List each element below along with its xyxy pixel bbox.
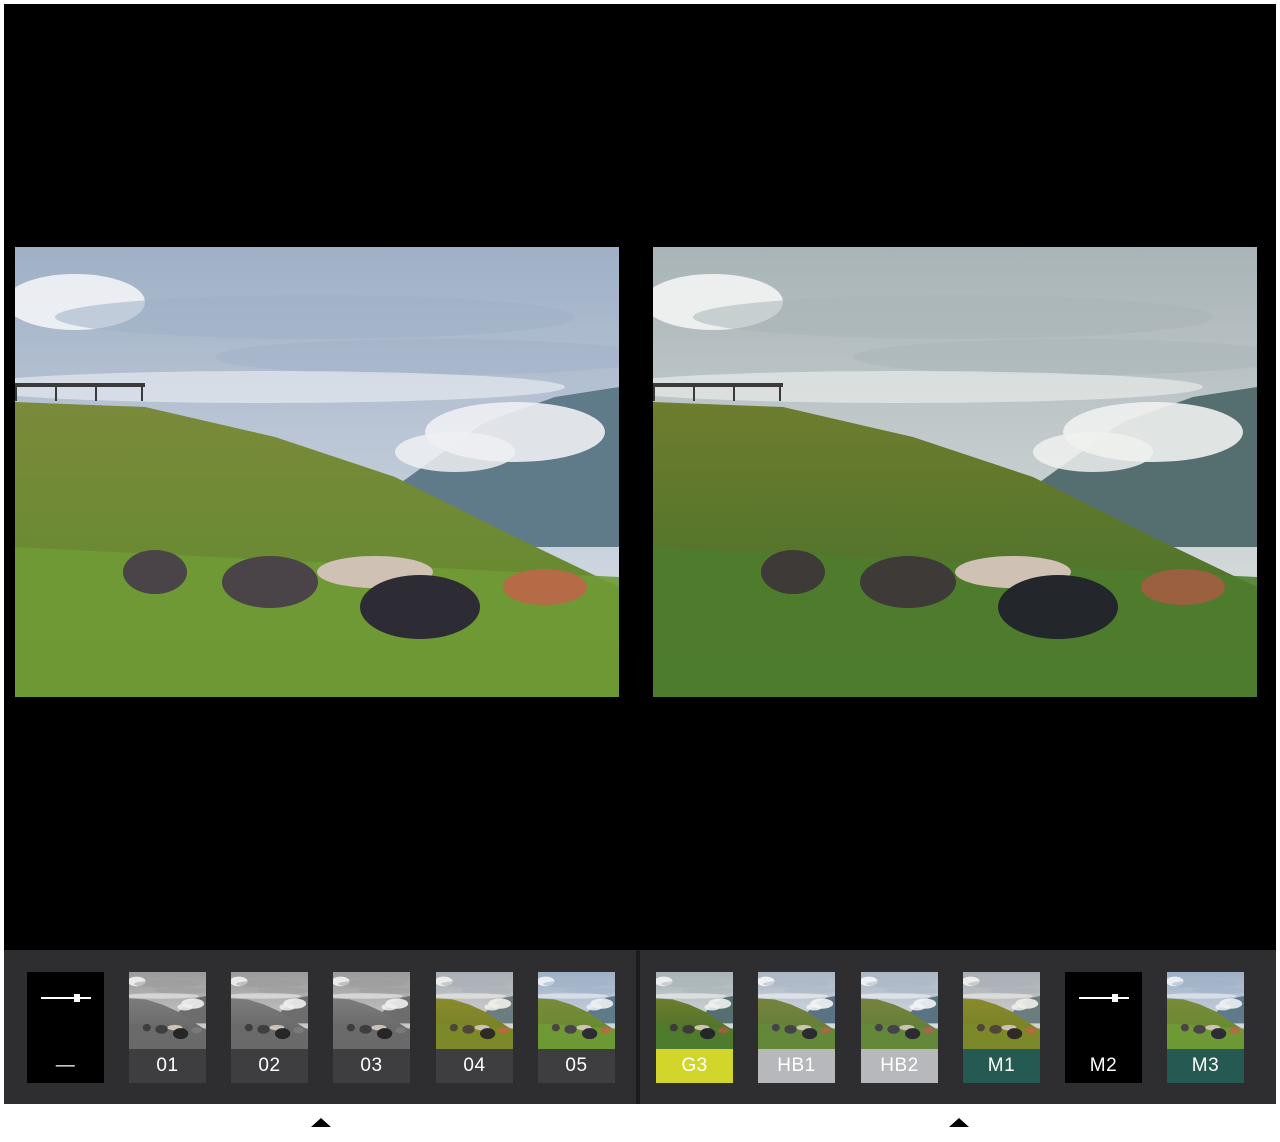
filter-thumb-label: M1: [963, 1049, 1040, 1083]
filter-strip: — 01 02 03 04 05 G3 HB1 HB2 M1 M2 M3: [4, 950, 1276, 1104]
photo-preview-original[interactable]: [15, 247, 619, 697]
filter-thumb-preview: [231, 972, 308, 1049]
filter-thumb-label: HB2: [861, 1049, 938, 1083]
filter-thumb-hb1[interactable]: HB1: [758, 972, 835, 1083]
filter-thumb-04[interactable]: 04: [436, 972, 513, 1083]
bottom-bar: [0, 1104, 1280, 1142]
filter-thumb-05[interactable]: 05: [538, 972, 615, 1083]
filter-thumb-label: G3: [656, 1049, 733, 1083]
caret-up-icon: [949, 1118, 969, 1127]
filter-thumb-m2[interactable]: M2: [1065, 972, 1142, 1083]
slider-icon: [41, 994, 91, 1002]
filter-thumb-label: 03: [333, 1049, 410, 1083]
filter-thumb-m1[interactable]: M1: [963, 972, 1040, 1083]
filter-thumb-preview: [538, 972, 615, 1049]
filter-thumb-label: M3: [1167, 1049, 1244, 1083]
filter-thumb-label: 04: [436, 1049, 513, 1083]
filter-thumb-g3[interactable]: G3: [656, 972, 733, 1083]
filter-strip-items: — 01 02 03 04 05 G3 HB1 HB2 M1 M2 M3: [4, 950, 1276, 1104]
filter-thumb-hb2[interactable]: HB2: [861, 972, 938, 1083]
filter-thumb-02[interactable]: 02: [231, 972, 308, 1083]
filter-thumb-label: 05: [538, 1049, 615, 1083]
photo-preview-filtered[interactable]: [653, 247, 1257, 697]
filter-thumb-preview: [861, 972, 938, 1049]
filter-thumb-preview: [1167, 972, 1244, 1049]
filter-thumb-label: 02: [231, 1049, 308, 1083]
panel-divider: [636, 950, 640, 1104]
filter-thumb-preview: [758, 972, 835, 1049]
filter-thumb-01[interactable]: 01: [129, 972, 206, 1083]
filter-thumb-label: HB1: [758, 1049, 835, 1083]
caret-up-icon: [311, 1118, 331, 1127]
filter-thumb-preview: [436, 972, 513, 1049]
filter-thumb-03[interactable]: 03: [333, 972, 410, 1083]
filter-thumb-label: M2: [1065, 1049, 1142, 1083]
filter-thumb-m3[interactable]: M3: [1167, 972, 1244, 1083]
filter-thumb-label: —: [27, 1049, 104, 1083]
filter-thumb-preview: [129, 972, 206, 1049]
filter-thumb-label: 01: [129, 1049, 206, 1083]
filter-thumb-preview: [656, 972, 733, 1049]
filter-thumb-none[interactable]: —: [27, 972, 104, 1083]
slider-icon: [1079, 994, 1129, 1002]
filter-thumb-preview: [333, 972, 410, 1049]
filter-thumb-preview: [963, 972, 1040, 1049]
